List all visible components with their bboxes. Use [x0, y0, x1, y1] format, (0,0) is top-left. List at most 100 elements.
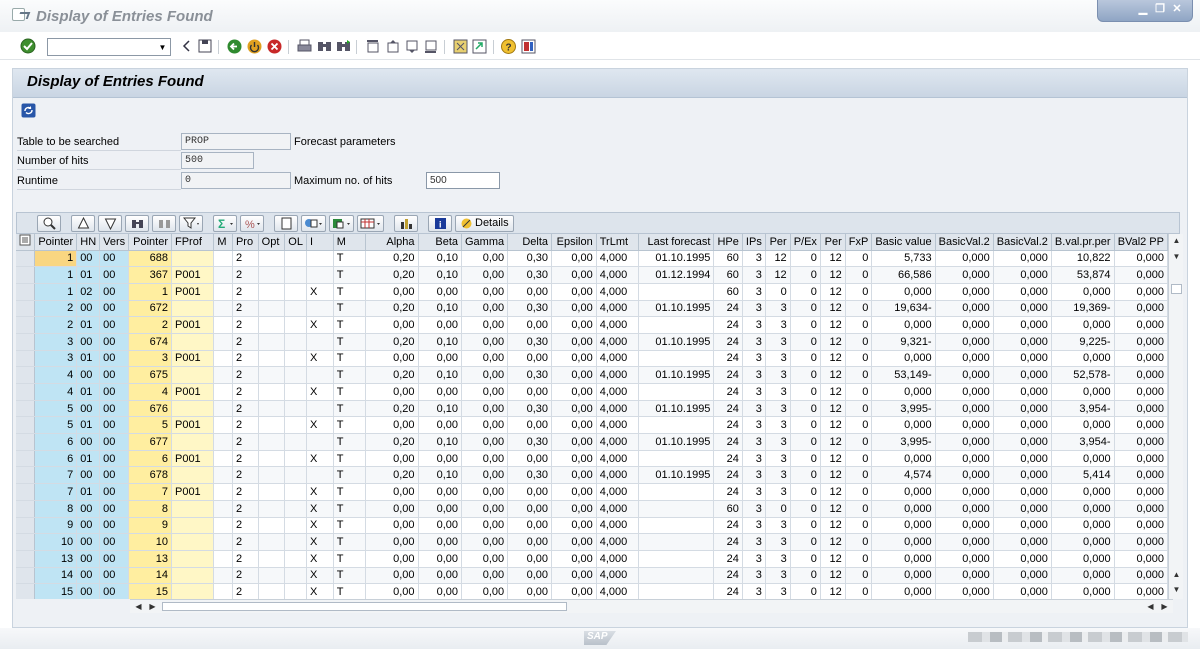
- h-scroll-thumb[interactable]: [162, 602, 567, 611]
- row-selector[interactable]: [16, 416, 36, 435]
- row-selector[interactable]: [16, 250, 36, 268]
- scroll-right-step-icon[interactable]: ▶: [146, 600, 159, 613]
- table-row[interactable]: 9 00 00 9 2 X T 0,00 0,00 0,00 0,00 0,00 4,000 24 3 3 0 1…: [16, 517, 1168, 535]
- subtotal-icon[interactable]: %: [240, 214, 264, 232]
- column-header[interactable]: Delta: [507, 234, 553, 251]
- column-header[interactable]: Per: [820, 234, 846, 251]
- chevron-down-icon[interactable]: ▼: [156, 40, 169, 54]
- details-button[interactable]: Details: [455, 214, 514, 232]
- column-header[interactable]: BasicVal.2: [993, 234, 1052, 251]
- row-selector[interactable]: [16, 533, 36, 551]
- command-collapse-icon[interactable]: [178, 38, 194, 54]
- column-header[interactable]: Per: [765, 234, 791, 251]
- row-selector[interactable]: [16, 383, 36, 401]
- row-selector[interactable]: [16, 300, 36, 318]
- table-row[interactable]: 14 00 00 14 2 X T 0,00 0,00 0,00 0,00 0,00 4,000 24 3 3…: [16, 567, 1168, 585]
- command-field[interactable]: ▼: [47, 38, 171, 56]
- table-row[interactable]: 6 00 00 677 2 T 0,20 0,10 0,00 0,30 0,00 4,000 01.10…: [16, 433, 1168, 451]
- table-row[interactable]: 4 01 00 4 P001 2 X T 0,00 0,00 0,00 0,00 0,00 4,000 24…: [16, 383, 1168, 401]
- column-header[interactable]: Beta: [418, 234, 463, 251]
- column-header[interactable]: Pro: [232, 234, 259, 251]
- column-header[interactable]: IPs: [742, 234, 766, 251]
- column-header[interactable]: FxP: [845, 234, 873, 251]
- column-header[interactable]: Last forecast: [638, 234, 715, 251]
- refresh-icon[interactable]: [21, 103, 36, 121]
- row-selector[interactable]: [16, 583, 36, 599]
- table-row[interactable]: 3 01 00 3 P001 2 X T 0,00 0,00 0,00 0,00 0,00 4,000 24…: [16, 350, 1168, 368]
- horizontal-scrollbar[interactable]: ◀ ▶ ◀ ▶: [130, 599, 1173, 613]
- total-icon[interactable]: Σ: [213, 214, 237, 232]
- column-header[interactable]: Basic value: [871, 234, 936, 251]
- table-row[interactable]: 7 01 00 7 P001 2 X T 0,00 0,00 0,00 0,00 0,00 4,000 24…: [16, 483, 1168, 501]
- max-hits-field[interactable]: 500: [426, 172, 500, 189]
- print-preview-icon[interactable]: [274, 214, 298, 232]
- scroll-left-icon[interactable]: ◀: [132, 600, 145, 613]
- sort-ascending-icon[interactable]: [71, 214, 95, 232]
- last-page-icon[interactable]: [422, 38, 438, 54]
- table-row[interactable]: 1 01 00 367 P001 2 T 0,20 0,10 0,00 0,30 0,00 4,000 0…: [16, 266, 1168, 284]
- table-row[interactable]: 1 02 00 1 P001 2 X T 0,00 0,00 0,00 0,00 0,00 4,000 60…: [16, 283, 1168, 301]
- table-row[interactable]: 1 00 00 688 2 T 0,20 0,10 0,00 0,30 0,00 4,000 01.10…: [16, 250, 1168, 268]
- new-session-icon[interactable]: [452, 38, 468, 54]
- scroll-down-icon[interactable]: ▼: [1169, 583, 1184, 597]
- row-selector[interactable]: [16, 400, 36, 418]
- info-icon[interactable]: i: [428, 214, 452, 232]
- row-selector[interactable]: [16, 567, 36, 585]
- table-row[interactable]: 7 00 00 678 2 T 0,20 0,10 0,00 0,30 0,00 4,000 01.10…: [16, 466, 1168, 485]
- column-header[interactable]: FProf: [171, 234, 215, 251]
- table-row[interactable]: 8 00 00 8 2 X T 0,00 0,00 0,00 0,00 0,00 4,000 60 3 0 0 1…: [16, 500, 1168, 518]
- scroll-up-end-icon[interactable]: ▲: [1169, 568, 1184, 582]
- column-header[interactable]: M: [213, 234, 233, 251]
- column-header[interactable]: BasicVal.2: [935, 234, 994, 251]
- row-selector[interactable]: [16, 466, 36, 485]
- scroll-right-icon[interactable]: ▶: [1158, 600, 1171, 613]
- column-header[interactable]: P/Ex: [790, 234, 821, 251]
- first-page-icon[interactable]: [364, 38, 380, 54]
- row-selector[interactable]: [16, 333, 36, 351]
- row-selector[interactable]: [16, 366, 36, 384]
- sort-descending-icon[interactable]: [98, 214, 122, 232]
- select-all-icon[interactable]: [16, 234, 36, 251]
- details-magnifier-icon[interactable]: [37, 214, 61, 232]
- column-header[interactable]: M: [333, 234, 366, 251]
- table-row[interactable]: 3 00 00 674 2 T 0,20 0,10 0,00 0,30 0,00 4,000 01.10…: [16, 333, 1168, 351]
- row-selector[interactable]: [16, 517, 36, 535]
- find-next-icon[interactable]: [335, 38, 351, 54]
- table-row[interactable]: 5 01 00 5 P001 2 X T 0,00 0,00 0,00 0,00 0,00 4,000 24…: [16, 416, 1168, 435]
- row-selector[interactable]: [16, 550, 36, 568]
- enter-icon[interactable]: [20, 38, 36, 54]
- column-header[interactable]: Epsilon: [551, 234, 597, 251]
- column-header[interactable]: I: [306, 234, 334, 251]
- export-icon[interactable]: [329, 214, 354, 232]
- print-icon[interactable]: [296, 38, 312, 54]
- column-header[interactable]: HN: [76, 234, 101, 251]
- row-selector[interactable]: [16, 266, 36, 284]
- find-icon[interactable]: [316, 38, 332, 54]
- shortcut-icon[interactable]: [471, 38, 487, 54]
- menu-icon[interactable]: [12, 8, 25, 21]
- find-icon[interactable]: [125, 214, 149, 232]
- column-header[interactable]: B.val.pr.per: [1051, 234, 1115, 251]
- row-selector[interactable]: [16, 483, 36, 501]
- exit-icon[interactable]: [246, 38, 262, 54]
- next-page-icon[interactable]: [403, 38, 419, 54]
- column-header[interactable]: Opt: [258, 234, 286, 251]
- graphic-icon[interactable]: [394, 214, 418, 232]
- column-header[interactable]: OL: [284, 234, 307, 251]
- table-row[interactable]: 15 00 00 15 2 X T 0,00 0,00 0,00 0,00 0,00 4,000 24 3 3…: [16, 583, 1168, 599]
- table-row[interactable]: 6 01 00 6 P001 2 X T 0,00 0,00 0,00 0,00 0,00 4,000 24…: [16, 450, 1168, 468]
- column-header[interactable]: Alpha: [365, 234, 419, 251]
- column-header[interactable]: Pointer: [128, 234, 172, 251]
- previous-page-icon[interactable]: [384, 38, 400, 54]
- table-row[interactable]: 5 00 00 676 2 T 0,20 0,10 0,00 0,30 0,00 4,000 01.10…: [16, 400, 1168, 418]
- column-header[interactable]: Gamma: [461, 234, 509, 251]
- column-header[interactable]: BVal2 PP: [1114, 234, 1168, 251]
- views-icon[interactable]: [301, 214, 326, 232]
- scroll-up-icon[interactable]: ▲: [1169, 234, 1184, 248]
- close-icon[interactable]: ✕: [1170, 3, 1184, 17]
- row-selector[interactable]: [16, 283, 36, 301]
- maximize-icon[interactable]: ❐: [1153, 3, 1167, 17]
- table-row[interactable]: 2 00 00 672 2 T 0,20 0,10 0,00 0,30 0,00 4,000 01.10…: [16, 300, 1168, 318]
- column-header[interactable]: TrLmt: [596, 234, 640, 251]
- customize-layout-icon[interactable]: [520, 38, 536, 54]
